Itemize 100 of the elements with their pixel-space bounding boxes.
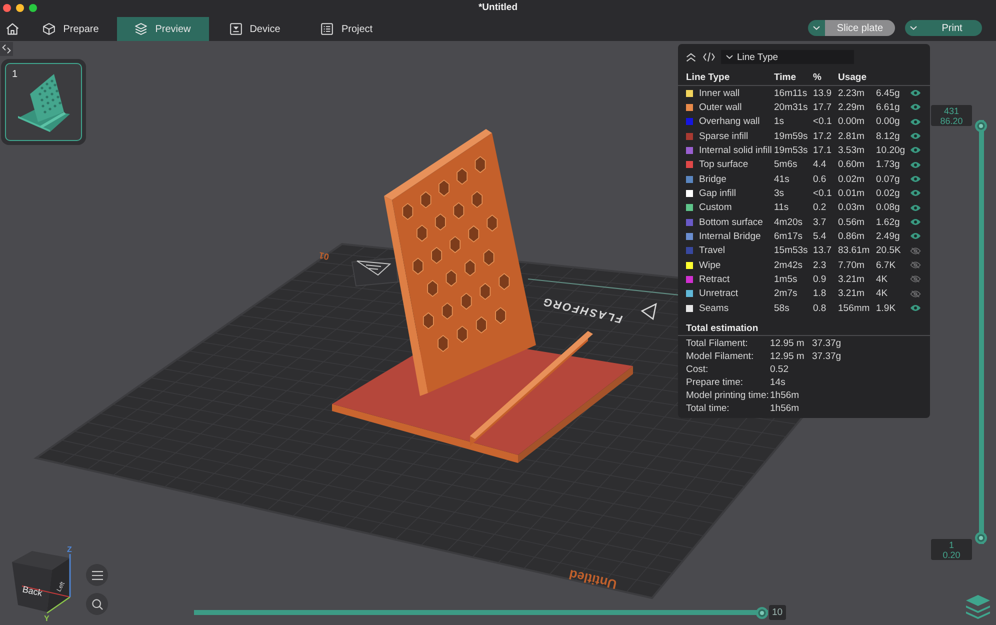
total-value: 1h56m [770, 390, 800, 402]
code-view-button[interactable] [703, 51, 715, 63]
tab[interactable]: Preview [117, 17, 209, 41]
percent-cell-text: 0.6 [813, 174, 828, 185]
layer-slider-track[interactable] [975, 120, 987, 544]
dropdown-button[interactable] [808, 20, 825, 36]
line-type-name: Sparse infill [699, 130, 748, 142]
percent-cell-text: 1.8 [813, 288, 828, 300]
total-label: Model printing time: [686, 390, 770, 402]
time-cell-text: 2m42s [774, 260, 804, 271]
search-icon [92, 598, 102, 610]
sidebar-toggle-button[interactable] [0, 42, 13, 56]
weight-cell-text: 6.7K [876, 260, 897, 271]
percent-cell-text: 17.7 [813, 102, 832, 113]
weight-cell-text: 1.73g [876, 159, 901, 170]
code-icon [703, 52, 715, 62]
length-cell-text: 0.03m [838, 202, 866, 214]
close-button[interactable] [3, 4, 11, 12]
weight-cell-text: 6.61g [876, 102, 901, 113]
line-type-name: Inner wall [699, 88, 740, 99]
total-value: 0.52 [770, 364, 790, 376]
percent-cell-text: 0.9 [813, 274, 828, 285]
collapse-button[interactable] [686, 51, 696, 63]
plate-thumbnail[interactable]: 1 [5, 63, 82, 141]
dropdown-button[interactable] [905, 20, 922, 36]
line-type-name: Bridge [699, 174, 726, 185]
percent-cell-text: 2.3 [813, 260, 828, 271]
minimize-button[interactable] [16, 4, 24, 12]
weight-cell-text: 0.07g [876, 174, 901, 185]
time-cell-text: 1s [774, 116, 786, 128]
line-type-name: Unretract [699, 288, 738, 300]
line-type-name: Wipe [699, 260, 721, 271]
home-icon [6, 23, 19, 35]
triangle-icon [640, 302, 657, 320]
column-header: Line Type [686, 72, 731, 82]
tab[interactable]: Prepare [25, 17, 117, 41]
length-cell-text: 2.81m [838, 130, 866, 142]
move-value: 10 [769, 605, 786, 620]
percent-cell-text: <0.1 [813, 116, 833, 128]
window-title: *Untitled [478, 2, 518, 13]
time-cell-text: 58s [774, 302, 790, 314]
chevron-down-icon [813, 26, 820, 30]
length-cell-text: 3.53m [838, 144, 866, 156]
axis-label: Z [67, 545, 72, 554]
total-label: Total time: [686, 403, 730, 414]
view-mode-value: Line Type [737, 52, 778, 62]
line-type-name: Travel [699, 245, 726, 256]
line-type-name: Outer wall [699, 102, 742, 113]
weight-cell-text: 2.49g [876, 230, 901, 242]
total-label: Model Filament: [686, 351, 755, 362]
line-type-name: Bottom surface [699, 216, 763, 228]
layer-number: 431 [944, 106, 960, 116]
line-type-name: Internal Bridge [699, 230, 761, 242]
length-cell-text: 0.01m [838, 188, 866, 199]
total-value: 14s [770, 377, 786, 388]
weight-cell-text: 0.08g [876, 202, 901, 214]
weight-cell-text: 0.02g [876, 188, 901, 199]
total-value: 1h56m [770, 403, 800, 414]
column-header: Usage [838, 72, 868, 82]
time-cell-text: 19m53s [774, 144, 809, 156]
total-label: Prepare time: [686, 377, 744, 388]
list-icon [321, 23, 334, 35]
cube-face-label: Back [22, 584, 44, 598]
length-cell-text: 3.21m [838, 288, 866, 300]
tab[interactable]: Project [301, 17, 393, 41]
time-cell-text: 3s [774, 188, 786, 199]
view-cube[interactable] [12, 551, 70, 612]
weight-cell-text: 1.62g [876, 216, 901, 228]
layer-height: 86.20 [940, 116, 963, 126]
weight-cell-text: 6.45g [876, 88, 901, 99]
percent-cell-text: 13.7 [813, 245, 832, 256]
length-cell-text: 7.70m [838, 260, 866, 271]
total-value: 12.95 m [770, 338, 806, 350]
length-cell-text: 0.02m [838, 174, 866, 185]
line-type-name: Custom [699, 202, 732, 214]
length-cell-text: 2.23m [838, 88, 866, 99]
chevron-down-icon [726, 55, 733, 59]
percent-cell-text: 13.9 [813, 88, 832, 99]
time-cell-text: 5m6s [774, 159, 798, 170]
weight-cell-text: 4K [876, 274, 889, 285]
total-label: Cost: [686, 364, 710, 376]
chevrons-icon [2, 44, 11, 54]
time-cell-text: 16m11s [774, 88, 808, 99]
weight-cell-text: 0.00g [876, 116, 901, 128]
plate-number-label: 01 [318, 250, 330, 262]
tab[interactable]: Device [209, 17, 301, 41]
print-button[interactable]: Print [922, 20, 982, 36]
line-type-name: Overhang wall [699, 116, 760, 128]
time-cell-text: 6m17s [774, 230, 804, 242]
column-header: Time [774, 72, 798, 82]
layer-view-button[interactable] [965, 594, 991, 619]
length-cell-text: 0.56m [838, 216, 866, 228]
line-type-name: Retract [699, 274, 730, 285]
weight-cell-text: 10.20g [876, 144, 906, 156]
view-mode-dropdown[interactable]: Line Type [721, 50, 854, 64]
line-type-name: Internal solid infill [699, 144, 772, 156]
percent-cell-text: 5.4 [813, 230, 828, 242]
percent-cell-text: <0.1 [813, 188, 833, 199]
time-cell-text: 20m31s [774, 102, 809, 113]
maximize-button[interactable] [29, 4, 37, 12]
